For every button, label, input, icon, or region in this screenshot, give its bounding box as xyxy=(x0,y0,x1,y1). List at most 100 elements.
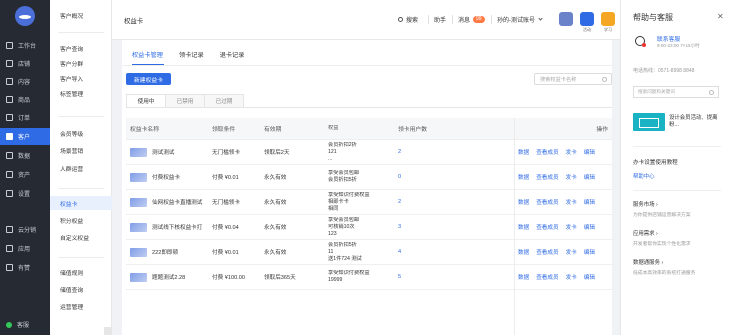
edit-link[interactable]: 编辑 xyxy=(584,198,595,206)
close-icon[interactable]: ✕ xyxy=(717,12,724,21)
users-count-link[interactable]: 3 xyxy=(398,224,518,230)
table-row: 付费权益卡 付费 ¥0.01 永久有效 享受会员包邮 会员折扣5折 0 数据 查看成员 发卡 编辑 xyxy=(126,165,612,190)
nav-item-goods[interactable]: 商品 xyxy=(0,91,50,108)
nav-item-shop[interactable]: 店铺 xyxy=(0,55,50,72)
edit-link[interactable]: 编辑 xyxy=(584,148,595,156)
search-icon xyxy=(602,77,607,82)
view-members-link[interactable]: 查看成员 xyxy=(536,248,558,256)
contact-service-link[interactable]: 联系客服 xyxy=(657,34,680,43)
view-members-link[interactable]: 查看成员 xyxy=(536,198,558,206)
customer-service-status[interactable]: 客服 xyxy=(0,316,50,333)
store-icon[interactable] xyxy=(559,12,573,26)
sub-item-overview[interactable]: 客户概况 xyxy=(50,8,112,22)
sub-item-customer-query[interactable]: 客户查询 xyxy=(50,41,112,55)
learning-icon[interactable]: 学习 xyxy=(601,12,615,32)
sub-item-label: 自定义权益 xyxy=(60,235,89,242)
global-search-button[interactable]: 搜索 xyxy=(398,15,418,24)
nav-item-label: 内容 xyxy=(18,80,31,86)
benefit-line: 会员折扣5折 xyxy=(328,241,357,248)
sub-item-crowd-operation[interactable]: 人群运营 xyxy=(50,161,112,175)
nav-item-customers[interactable]: 客户 xyxy=(0,128,50,145)
sub-item-customer-groups[interactable]: 客户分群 xyxy=(50,56,112,70)
users-count-link[interactable]: 2 xyxy=(398,149,518,155)
assistant-link[interactable]: 助手 xyxy=(434,15,446,24)
subtab-expired[interactable]: 已过期 xyxy=(204,94,244,108)
card-search-input[interactable]: 搜索权益卡名称 xyxy=(534,73,612,85)
edit-link[interactable]: 编辑 xyxy=(584,248,595,256)
data-link[interactable]: 数据 xyxy=(518,148,529,156)
sub-item-points-benefit[interactable]: 积分权益 xyxy=(50,213,112,227)
help-center-link[interactable]: 帮助中心 xyxy=(633,172,655,180)
brand-logo[interactable] xyxy=(15,6,35,26)
validity-cell: 永久有效 xyxy=(264,250,287,256)
edit-link[interactable]: 编辑 xyxy=(584,273,595,281)
sub-item-stored-value-query[interactable]: 储值查询 xyxy=(50,282,112,296)
nav-item-apps[interactable]: 应用 xyxy=(0,240,50,257)
sub-item-benefit-card[interactable]: 权益卡 xyxy=(50,196,112,210)
nav-item-label: 数据 xyxy=(18,154,31,160)
sub-item-custom-benefit[interactable]: 自定义权益 xyxy=(50,230,112,244)
nav-item-youzan[interactable]: 有赞 xyxy=(0,259,50,276)
users-count-link[interactable]: 2 xyxy=(398,199,518,205)
issue-card-link[interactable]: 发卡 xyxy=(566,198,577,206)
account-dropdown[interactable]: 孙的-测试账号 xyxy=(497,15,543,24)
nav-item-label: 资产 xyxy=(18,173,31,179)
sub-item-customer-import[interactable]: 客户导入 xyxy=(50,71,112,85)
edit-link[interactable]: 编辑 xyxy=(584,223,595,231)
data-link[interactable]: 数据 xyxy=(518,198,529,206)
subtab-disabled[interactable]: 已禁用 xyxy=(165,94,205,108)
help-search-input[interactable]: 搜索问题和关键词 xyxy=(633,86,719,98)
card-name-cell: 测试线下核权益卡打 xyxy=(126,222,212,232)
messages-link[interactable]: 消息 99 xyxy=(458,15,485,24)
activity-icon[interactable]: 活动 xyxy=(580,12,594,32)
card-name-cell: 测试测试 xyxy=(126,147,212,157)
view-members-link[interactable]: 查看成员 xyxy=(536,273,558,281)
view-members-link[interactable]: 查看成员 xyxy=(536,223,558,231)
youzan-icon xyxy=(6,264,13,271)
sub-item-label: 客户导入 xyxy=(60,76,84,83)
tab-claim-records[interactable]: 领卡记录 xyxy=(179,50,204,63)
view-members-link[interactable]: 查看成员 xyxy=(536,148,558,156)
sub-item-member-levels[interactable]: 会员等级 xyxy=(50,126,112,140)
data-link[interactable]: 数据 xyxy=(518,273,529,281)
data-service-link[interactable]: 数据通服务 › xyxy=(633,258,663,266)
edit-link[interactable]: 编辑 xyxy=(584,173,595,181)
nav-item-distribution[interactable]: 云分销 xyxy=(0,221,50,238)
users-count-link[interactable]: 5 xyxy=(398,274,518,280)
nav-item-settings[interactable]: 设置 xyxy=(0,185,50,202)
operations-cell: 数据 查看成员 发卡 编辑 xyxy=(518,223,612,231)
issue-card-link[interactable]: 发卡 xyxy=(566,248,577,256)
issue-card-link[interactable]: 发卡 xyxy=(566,173,577,181)
nav-item-data[interactable]: 数据 xyxy=(0,147,50,164)
nav-item-label: 云分销 xyxy=(18,228,37,234)
nav-item-content[interactable]: 内容 xyxy=(0,73,50,90)
new-card-button[interactable]: 新建权益卡 xyxy=(126,73,171,85)
help-panel-title: 帮助与客服 xyxy=(633,13,673,22)
benefit-line: 19999 xyxy=(328,277,343,283)
sub-item-scene-marketing[interactable]: 场景营销 xyxy=(50,143,112,157)
users-count-link[interactable]: 4 xyxy=(398,249,518,255)
issue-card-link[interactable]: 发卡 xyxy=(566,273,577,281)
subtab-in-use[interactable]: 使用中 xyxy=(126,94,166,108)
promo-banner[interactable]: 设计会员活动、提离粉... xyxy=(633,108,721,136)
sub-item-operation-management[interactable]: 运营管理 xyxy=(50,299,112,313)
view-members-link[interactable]: 查看成员 xyxy=(536,173,558,181)
app-request-link[interactable]: 应用需求 › xyxy=(633,229,658,237)
sub-item-stored-value-rules[interactable]: 储值规则 xyxy=(50,265,112,279)
nav-item-orders[interactable]: 订单 xyxy=(0,109,50,126)
scrollbar-corner[interactable] xyxy=(104,327,112,335)
data-link[interactable]: 数据 xyxy=(518,248,529,256)
benefits-cell: 会员折扣5折 11 送1件724 测试 xyxy=(328,242,398,263)
service-market-link[interactable]: 服务市场 › xyxy=(633,200,658,208)
data-link[interactable]: 数据 xyxy=(518,223,529,231)
issue-card-link[interactable]: 发卡 xyxy=(566,223,577,231)
tab-return-records[interactable]: 退卡记录 xyxy=(220,50,245,63)
data-link[interactable]: 数据 xyxy=(518,173,529,181)
nav-item-assets[interactable]: 资产 xyxy=(0,166,50,183)
tab-card-management[interactable]: 权益卡管理 xyxy=(132,50,163,63)
issue-card-link[interactable]: 发卡 xyxy=(566,148,577,156)
sub-item-tag-management[interactable]: 标签管理 xyxy=(50,86,112,100)
users-count-link[interactable]: 0 xyxy=(398,174,518,180)
nav-item-workbench[interactable]: 工作台 xyxy=(0,37,50,54)
divider xyxy=(58,257,104,258)
